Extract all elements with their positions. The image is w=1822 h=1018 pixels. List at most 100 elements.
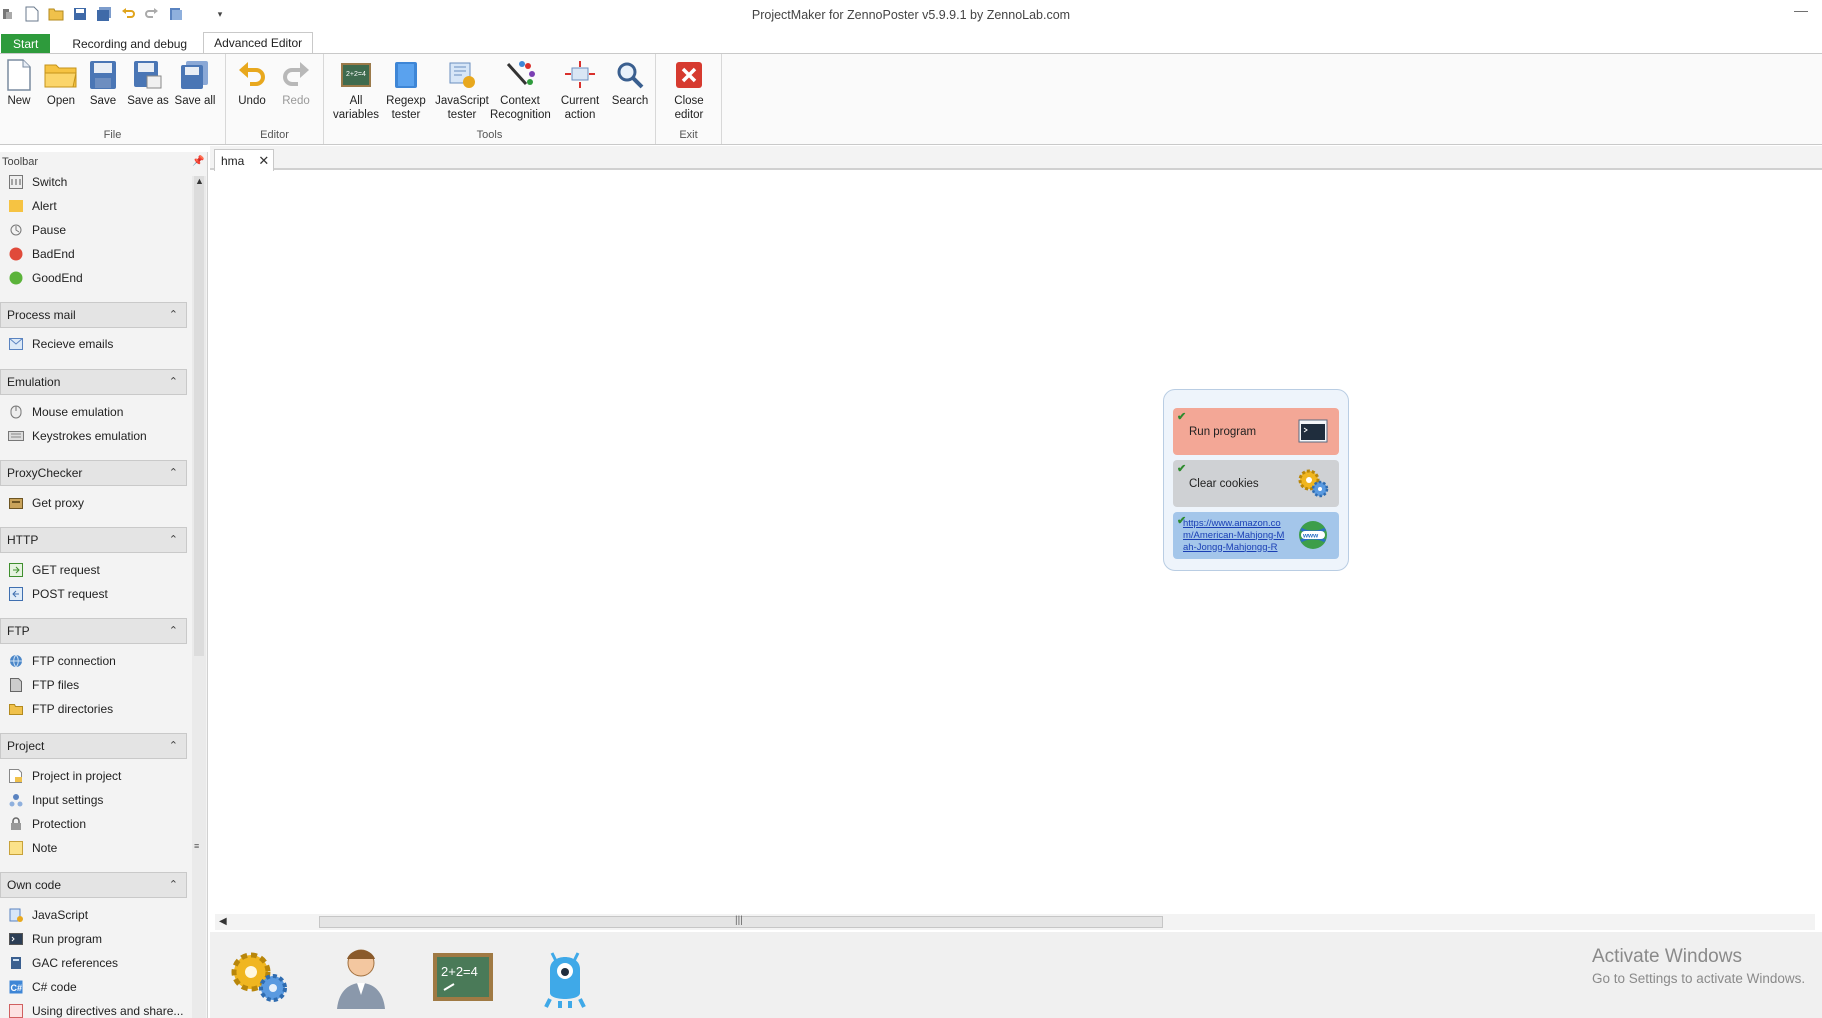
list-item-note[interactable]: Note — [8, 838, 188, 858]
envelope-icon — [8, 336, 24, 352]
folder-icon — [8, 701, 24, 717]
action-clear-cookies[interactable]: ✔ Clear cookies — [1173, 460, 1339, 507]
list-item-alert[interactable]: Alert — [8, 196, 188, 216]
search-button[interactable]: Search — [606, 58, 654, 108]
pin-icon[interactable]: 📌 — [192, 156, 204, 167]
tab-start[interactable]: Start — [1, 34, 51, 54]
list-item-protection[interactable]: Protection — [8, 814, 188, 834]
csharp-icon: C# — [8, 979, 24, 995]
action-navigate-url[interactable]: ✔ https://www.amazon.com/American-Mahjon… — [1173, 512, 1339, 559]
save-as-button[interactable]: Save as — [124, 58, 172, 108]
open-button[interactable]: Open — [37, 58, 85, 108]
regexp-tester-button[interactable]: Regexp tester — [382, 58, 430, 122]
scroll-left-icon[interactable]: ◀ — [219, 916, 227, 927]
list-item-goodend[interactable]: GoodEnd — [8, 268, 188, 288]
toolbar-scrollbar[interactable]: ▲ ≡ — [192, 176, 206, 1018]
section-proxychecker[interactable]: ProxyChecker ⌃ — [0, 460, 187, 486]
list-item-project-in-project[interactable]: Project in project — [8, 766, 188, 786]
alien-mascot-icon[interactable] — [532, 944, 598, 1010]
gears-icon — [1297, 468, 1329, 498]
list-item-javascript[interactable]: JavaScript — [8, 905, 188, 925]
collapse-icon[interactable]: ⌃ — [169, 375, 178, 388]
new-file-icon — [2, 58, 36, 92]
scrollbar-thumb[interactable]: ||| — [319, 915, 1163, 928]
save-button[interactable]: Save — [79, 58, 127, 108]
list-item-ftp-connection[interactable]: FTP connection — [8, 651, 188, 671]
settings-gears-icon[interactable] — [226, 944, 292, 1010]
minimize-button[interactable]: — — [1794, 2, 1808, 18]
list-item-post-request[interactable]: POST request — [8, 584, 188, 604]
section-process-mail[interactable]: Process mail ⌃ — [0, 302, 187, 328]
tab-advanced-editor[interactable]: Advanced Editor — [203, 32, 314, 54]
proxy-icon — [8, 495, 24, 511]
list-item-switch[interactable]: Switch — [8, 172, 188, 192]
get-request-icon — [8, 562, 24, 578]
collapse-icon[interactable]: ⌃ — [169, 466, 178, 479]
lock-icon — [8, 816, 24, 832]
list-item-using-directives[interactable]: Using directives and share... — [8, 1001, 188, 1018]
activate-windows-watermark: Activate Windows Go to Settings to activ… — [1592, 946, 1806, 986]
collapse-icon[interactable]: ⌃ — [169, 624, 178, 637]
document-tabs: hma ✕ — [210, 146, 1822, 171]
check-icon: ✔ — [1177, 463, 1187, 475]
directives-icon — [8, 1003, 24, 1018]
list-item-recieve-emails[interactable]: Recieve emails — [8, 334, 188, 354]
context-recognition-icon — [503, 58, 537, 92]
open-folder-icon — [44, 58, 78, 92]
javascript-tester-button[interactable]: JavaScript tester — [434, 58, 490, 122]
scroll-grip-icon: ≡ — [194, 841, 200, 851]
ribbon-group-editor: Undo Redo Editor — [226, 54, 324, 144]
post-request-icon — [8, 586, 24, 602]
document-tab-hma[interactable]: hma ✕ — [214, 149, 274, 171]
context-recognition-button[interactable]: Context Recognition — [490, 58, 551, 122]
scroll-up-icon[interactable]: ▲ — [195, 176, 204, 186]
section-own-code[interactable]: Own code ⌃ — [0, 872, 187, 898]
tab-recording-and-debug[interactable]: Recording and debug — [62, 34, 197, 54]
ribbon-group-label-file: File — [103, 129, 122, 141]
action-run-program[interactable]: ✔ Run program — [1173, 408, 1339, 455]
undo-button[interactable]: Undo — [228, 58, 276, 108]
ribbon-group-tools: 2+2=4 All variables Regexp tester JavaScri… — [324, 54, 656, 144]
list-item-pause[interactable]: Pause — [8, 220, 188, 240]
list-item-get-proxy[interactable]: Get proxy — [8, 493, 188, 513]
list-item-ftp-files[interactable]: FTP files — [8, 675, 188, 695]
url-link[interactable]: https://www.amazon.com/American-Mahjong-… — [1183, 518, 1287, 554]
redo-large-icon — [279, 58, 313, 92]
section-project[interactable]: Project ⌃ — [0, 733, 187, 759]
list-item-mouse-emulation[interactable]: Mouse emulation — [8, 402, 188, 422]
collapse-icon[interactable]: ⌃ — [169, 533, 178, 546]
list-item-badend[interactable]: BadEnd — [8, 244, 188, 264]
list-item-csharp-code[interactable]: C# C# code — [8, 977, 188, 997]
section-emulation[interactable]: Emulation ⌃ — [0, 369, 187, 395]
keyboard-icon — [8, 428, 24, 444]
current-action-button[interactable]: Current action — [556, 58, 604, 122]
save-as-icon — [131, 58, 165, 92]
collapse-icon[interactable]: ⌃ — [169, 878, 178, 891]
variables-chalkboard-icon[interactable]: 2+2=4 — [430, 944, 496, 1010]
all-variables-button[interactable]: 2+2=4 All variables — [332, 58, 380, 122]
svg-text:2+2=4: 2+2=4 — [441, 964, 478, 979]
svg-text:C#: C# — [11, 983, 23, 993]
collapse-icon[interactable]: ⌃ — [169, 739, 178, 752]
horizontal-scrollbar[interactable]: ◀ ||| — [215, 914, 1815, 930]
list-item-get-request[interactable]: GET request — [8, 560, 188, 580]
list-item-keystrokes-emulation[interactable]: Keystrokes emulation — [8, 426, 188, 446]
close-tab-icon[interactable]: ✕ — [258, 153, 269, 169]
gac-icon — [8, 955, 24, 971]
redo-button[interactable]: Redo — [272, 58, 320, 108]
save-all-button[interactable]: Save all — [171, 58, 219, 108]
list-item-run-program[interactable]: Run program — [8, 929, 188, 949]
list-item-input-settings[interactable]: Input settings — [8, 790, 188, 810]
list-item-ftp-directories[interactable]: FTP directories — [8, 699, 188, 719]
check-icon: ✔ — [1177, 411, 1187, 423]
close-editor-button[interactable]: Close editor — [665, 58, 713, 122]
scrollbar-thumb[interactable] — [194, 176, 204, 656]
section-ftp[interactable]: FTP ⌃ — [0, 618, 187, 644]
section-http[interactable]: HTTP ⌃ — [0, 527, 187, 553]
action-block[interactable]: ✔ Run program ✔ Clear cookies ✔ https://… — [1163, 389, 1349, 571]
list-item-gac-references[interactable]: GAC references — [8, 953, 188, 973]
profile-person-icon[interactable] — [328, 944, 394, 1010]
note-icon — [8, 840, 24, 856]
collapse-icon[interactable]: ⌃ — [169, 308, 178, 321]
floppy-icon — [86, 58, 120, 92]
